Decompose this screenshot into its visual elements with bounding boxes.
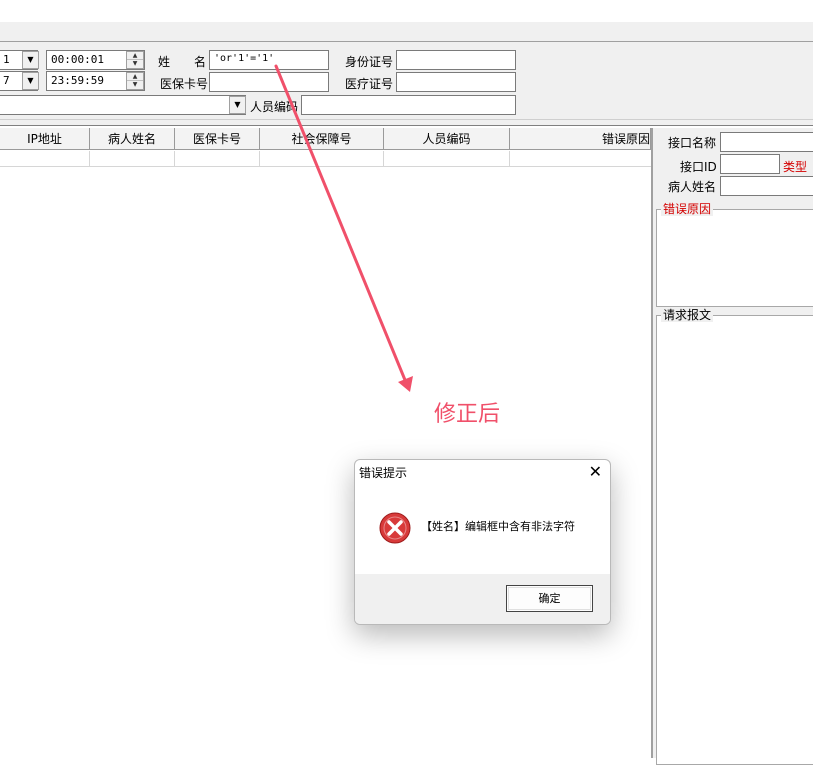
dialog-title: 错误提示 (359, 466, 408, 480)
ok-button[interactable]: 确定 (506, 585, 593, 612)
error-icon (379, 512, 411, 544)
annotation-label: 修正后 (434, 402, 501, 427)
dialog-message: 【姓名】编辑框中含有非法字符 (421, 520, 575, 533)
dialog-footer: 确定 (355, 574, 610, 624)
dialog-body: 【姓名】编辑框中含有非法字符 (355, 484, 610, 574)
close-icon[interactable]: ✕ (589, 460, 602, 484)
error-dialog: 错误提示 ✕ 【姓名】编辑框中含有非法字符 确定 (354, 459, 611, 625)
annotation-arrow (274, 64, 413, 392)
